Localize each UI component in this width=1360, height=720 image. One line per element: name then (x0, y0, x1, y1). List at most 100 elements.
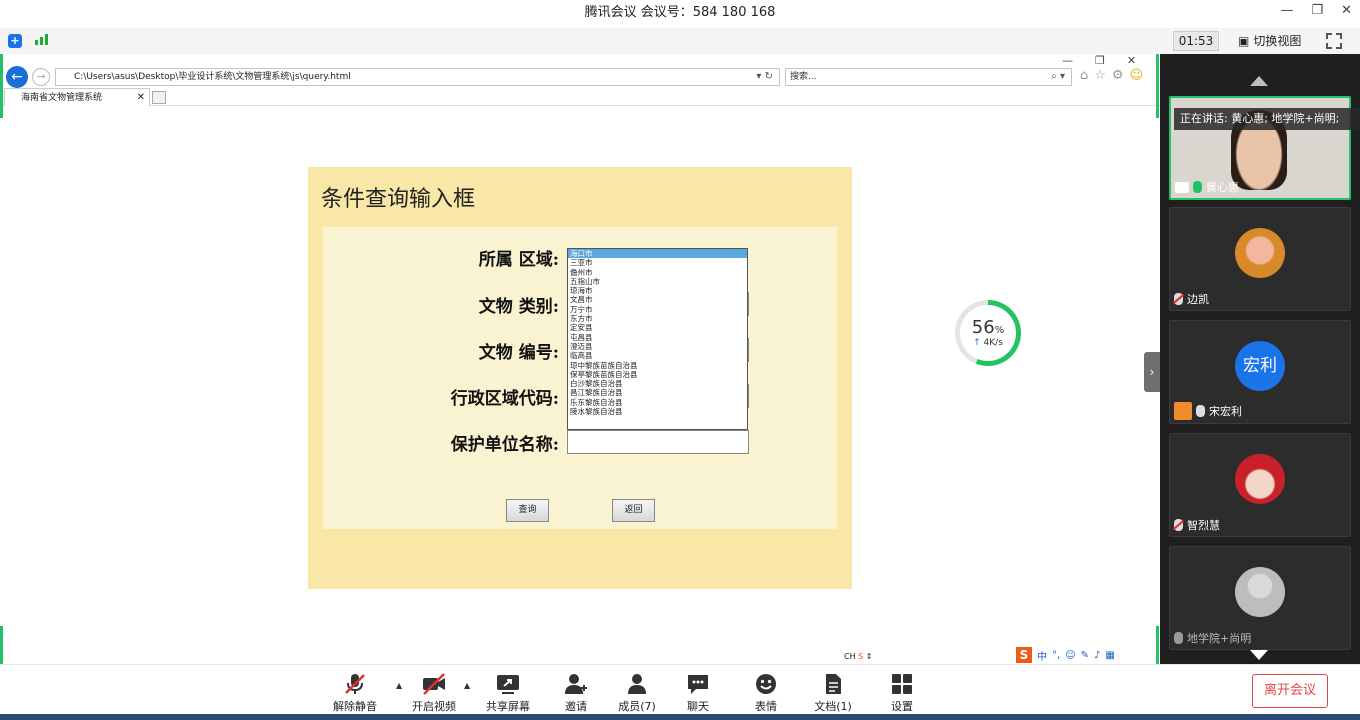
mic-on-icon (1174, 632, 1183, 644)
network-speed-widget[interactable]: 56% ↑ 4K/s (955, 300, 1021, 366)
fullscreen-icon[interactable] (1326, 33, 1342, 49)
avatar: 宏利 (1235, 341, 1285, 391)
punctuation-icon[interactable]: °, (1052, 650, 1060, 661)
upload-rate: ↑ 4K/s (973, 338, 1003, 348)
smiley-icon[interactable]: ☺ (1130, 68, 1144, 83)
participant-name: 宋宏利 (1209, 405, 1242, 418)
meeting-controls: 解除静音 ▲ 开启视频 ▲ 共享屏幕 邀请 成员(7) 聊天 表情 文档(1) … (0, 664, 1360, 720)
mic-on-icon (1196, 405, 1205, 417)
emoji-button[interactable]: 表情 (736, 673, 796, 714)
invite-button[interactable]: 邀请 (546, 673, 606, 714)
region-option[interactable]: 临高县 (568, 351, 747, 360)
region-option[interactable]: 琼海市 (568, 286, 747, 295)
audio-options-caret-icon[interactable]: ▲ (396, 681, 402, 690)
participant-name-bar: 地学院+尚明 (1174, 630, 1251, 646)
pen-icon[interactable]: ✎ (1081, 650, 1089, 661)
home-icon[interactable]: ⌂ (1080, 68, 1088, 83)
network-signal-icon[interactable] (35, 34, 48, 45)
avatar (1235, 454, 1285, 504)
window-controls: — ❐ ✕ (1280, 0, 1352, 20)
start-video-label: 开启视频 (412, 700, 456, 713)
region-option[interactable]: 屯昌县 (568, 333, 747, 342)
speaking-banner: 正在讲话: 黄心惠; 地学院+尚明; (1174, 108, 1360, 130)
scroll-up-arrow-icon[interactable] (1250, 76, 1268, 86)
participant-tile[interactable]: 边凯 (1169, 207, 1351, 311)
region-option[interactable]: 海口市 (568, 249, 747, 259)
participant-tile[interactable]: 地学院+尚明 (1169, 546, 1351, 650)
ime-mode[interactable]: 中 (1037, 648, 1047, 663)
members-icon (625, 673, 649, 695)
participant-name-bar: 边凯 (1174, 291, 1209, 307)
unit-input[interactable] (567, 430, 749, 454)
share-border-left-bottom (0, 626, 3, 664)
settings-label: 设置 (891, 700, 913, 713)
mic-muted-icon (343, 673, 367, 695)
region-option[interactable]: 东方市 (568, 314, 747, 323)
back-button[interactable]: ← (6, 66, 28, 88)
browser-tab[interactable]: 海南省文物管理系统 ✕ (4, 88, 150, 106)
region-option[interactable]: 文昌市 (568, 295, 747, 304)
unmute-button[interactable]: 解除静音 (325, 673, 385, 714)
tab-close-icon[interactable]: ✕ (137, 89, 145, 107)
video-options-caret-icon[interactable]: ▲ (464, 681, 470, 690)
switch-view-button[interactable]: ▣ 切换视图 (1238, 31, 1301, 51)
chat-label: 聊天 (687, 700, 709, 713)
close-icon[interactable]: ✕ (1341, 3, 1352, 18)
region-option[interactable]: 琼中黎族苗族自治县 (568, 361, 747, 370)
members-button[interactable]: 成员(7) (607, 673, 667, 714)
documents-button[interactable]: 文档(1) (803, 673, 863, 714)
menu-grid-icon[interactable]: ▦ (1105, 650, 1114, 661)
address-bar[interactable]: C:\Users\asus\Desktop\毕业设计系统\文物管理系统\js\q… (55, 68, 780, 86)
region-option[interactable]: 昌江黎族自治县 (568, 388, 747, 397)
region-option[interactable]: 陵水黎族自治县 (568, 407, 747, 416)
participant-name: 智烈慧 (1187, 519, 1220, 532)
region-option[interactable]: 万宁市 (568, 305, 747, 314)
share-screen-button[interactable]: 共享屏幕 (478, 673, 538, 714)
query-button[interactable]: 查询 (506, 499, 549, 522)
back-form-button[interactable]: 返回 (612, 499, 655, 522)
chat-button[interactable]: 聊天 (668, 673, 728, 714)
emoji-icon[interactable]: ☺ (1065, 650, 1075, 661)
search-placeholder: 搜索... (790, 72, 817, 82)
participant-name: 地学院+尚明 (1187, 632, 1252, 645)
participant-tile[interactable]: 宏利 宋宏利 (1169, 320, 1351, 424)
participant-name-bar: 智烈慧 (1174, 517, 1220, 533)
refresh-icon[interactable]: ▾ ↻ (756, 69, 773, 85)
unmute-label: 解除静音 (333, 700, 377, 713)
restore-icon[interactable]: ❐ (1311, 3, 1323, 18)
add-user-icon (564, 673, 588, 695)
favorites-star-icon[interactable]: ☆ (1094, 68, 1106, 83)
participant-tile[interactable]: 智烈慧 (1169, 433, 1351, 537)
label-number: 文物 编号: (478, 343, 559, 363)
region-option[interactable]: 乐东黎族自治县 (568, 398, 747, 407)
settings-button[interactable]: 设置 (872, 673, 932, 714)
region-option[interactable]: 三亚市 (568, 258, 747, 267)
expand-panel-button[interactable]: › (1144, 352, 1160, 392)
security-shield-icon[interactable]: + (8, 34, 22, 48)
region-dropdown-list[interactable]: 海口市 三亚市 儋州市 五指山市 琼海市 文昌市 万宁市 东方市 定安县 屯昌县 澄迈县 临高县 琼中黎… (567, 248, 748, 430)
region-option[interactable]: 五指山市 (568, 277, 747, 286)
leave-meeting-button[interactable]: 离开会议 (1252, 674, 1328, 708)
window-title-bar: 腾讯会议 会议号：584 180 168 — ❐ ✕ (0, 0, 1360, 20)
region-option[interactable]: 澄迈县 (568, 342, 747, 351)
gear-icon[interactable]: ⚙ (1112, 68, 1124, 83)
mic-icon[interactable]: ♪ (1094, 650, 1100, 661)
region-option[interactable]: 保亭黎族苗族自治县 (568, 370, 747, 379)
forward-button[interactable]: → (32, 68, 50, 86)
mic-on-icon (1193, 181, 1202, 193)
language-indicator[interactable]: CH S ⇕ (844, 652, 872, 661)
shared-screen: — ❐ ✕ ← → C:\Users\asus\Desktop\毕业设计系统\文… (0, 54, 1160, 664)
smiley-face-icon (754, 673, 778, 695)
form-body: 所属 区域: 文物 类别: 文物 编号: 行政区域代码: 保护单位名称: 海口市… (323, 227, 837, 529)
new-tab-button[interactable] (152, 91, 166, 104)
participant-name-bar: 黄心惠 (1175, 179, 1239, 195)
minimize-icon[interactable]: — (1280, 3, 1293, 18)
region-option[interactable]: 儋州市 (568, 268, 747, 277)
screen-share-icon (1175, 181, 1189, 193)
search-input[interactable]: 搜索... ⌕ ▾ (785, 68, 1072, 86)
sogou-icon[interactable]: S (1016, 647, 1032, 663)
scroll-down-arrow-icon[interactable] (1250, 650, 1268, 660)
region-option[interactable]: 定安县 (568, 323, 747, 332)
search-icon[interactable]: ⌕ ▾ (1051, 69, 1065, 85)
start-video-button[interactable]: 开启视频 (404, 673, 464, 714)
